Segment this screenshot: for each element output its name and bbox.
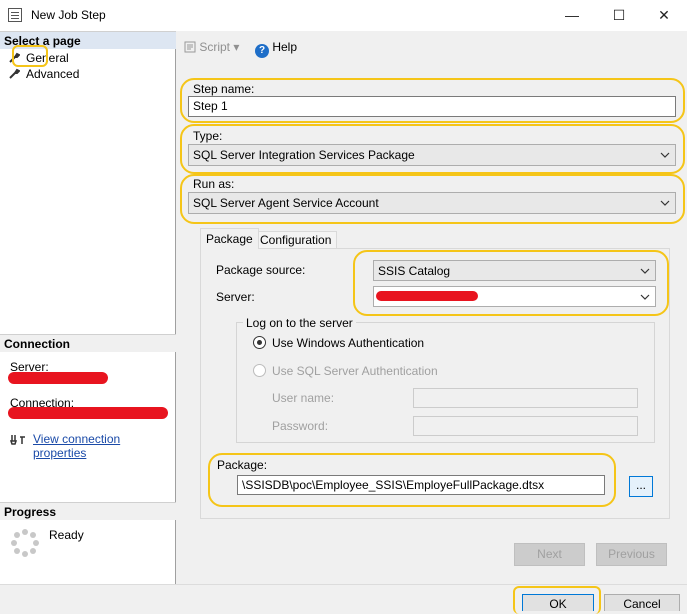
help-button[interactable]: ? Help [255, 40, 297, 58]
logon-group-title: Log on to the server [243, 316, 356, 330]
browse-package-button[interactable]: ... [629, 476, 653, 497]
redaction-mark [376, 291, 478, 301]
type-select[interactable]: SQL Server Integration Services Package [188, 144, 676, 166]
redaction-mark [8, 372, 108, 384]
next-button[interactable]: Next [514, 543, 585, 566]
window-title: New Job Step [31, 8, 106, 22]
ok-button[interactable]: OK [522, 594, 594, 611]
toolbar: Script ▾ ? Help [177, 37, 687, 59]
window-icon [8, 8, 22, 22]
help-label: Help [272, 40, 298, 54]
left-pane: Select a page General Advanced Connectio… [0, 31, 176, 584]
type-label: Type: [193, 129, 223, 143]
title-bar: New Job Step — ☐ ✕ [0, 0, 687, 31]
tab-package[interactable]: Package [200, 228, 259, 249]
sql-auth-radio[interactable] [253, 364, 266, 377]
type-value: SQL Server Integration Services Package [193, 148, 415, 162]
run-as-select[interactable]: SQL Server Agent Service Account [188, 192, 676, 214]
script-button[interactable]: Script ▾ [184, 40, 239, 54]
cancel-button[interactable]: Cancel [604, 594, 680, 611]
select-page-header: Select a page [0, 31, 176, 49]
page-general[interactable]: General [8, 50, 69, 66]
tab-configuration[interactable]: Configuration [254, 231, 338, 248]
connection-header: Connection [0, 334, 176, 352]
maximize-button[interactable]: ☐ [596, 0, 642, 31]
redaction-mark [8, 407, 168, 419]
view-connection-properties-link[interactable]: View connection properties [33, 432, 175, 460]
username-label: User name: [272, 391, 335, 405]
script-icon [184, 41, 196, 53]
windows-auth-radio[interactable] [253, 336, 266, 349]
chevron-down-icon [660, 152, 670, 158]
package-path-input[interactable]: \SSISDB\poc\Employee_SSIS\EmployeFullPac… [237, 475, 605, 495]
page-label: Advanced [26, 67, 80, 81]
step-name-input[interactable]: Step 1 [188, 96, 676, 117]
package-label: Package: [217, 458, 268, 472]
windows-auth-label: Use Windows Authentication [272, 336, 425, 350]
password-label: Password: [272, 419, 329, 433]
page-advanced[interactable]: Advanced [8, 66, 79, 82]
page-label: General [26, 51, 69, 65]
package-source-select[interactable]: SSIS Catalog [373, 260, 656, 281]
script-label: Script [199, 40, 231, 54]
server-select[interactable] [373, 286, 656, 307]
chevron-down-icon [640, 268, 650, 274]
wrench-icon [9, 52, 20, 63]
previous-button[interactable]: Previous [596, 543, 667, 566]
run-as-value: SQL Server Agent Service Account [193, 196, 379, 210]
step-name-label: Step name: [193, 82, 255, 96]
progress-header: Progress [0, 502, 176, 520]
username-input[interactable] [413, 388, 638, 408]
chevron-down-icon [660, 200, 670, 206]
sql-auth-label: Use SQL Server Authentication [272, 364, 438, 378]
close-button[interactable]: ✕ [641, 0, 687, 31]
package-source-value: SSIS Catalog [378, 264, 451, 278]
progress-status: Ready [49, 528, 84, 542]
connection-properties-icon [10, 435, 25, 445]
chevron-down-icon: ▾ [233, 40, 240, 54]
progress-spinner-icon [11, 529, 39, 557]
help-icon: ? [255, 44, 269, 58]
wrench-icon [9, 68, 20, 79]
minimize-button[interactable]: — [549, 0, 595, 31]
run-as-label: Run as: [193, 177, 235, 191]
package-source-label: Package source: [216, 263, 306, 277]
chevron-down-icon [640, 294, 650, 300]
server-label: Server: [216, 290, 255, 304]
password-input[interactable] [413, 416, 638, 436]
